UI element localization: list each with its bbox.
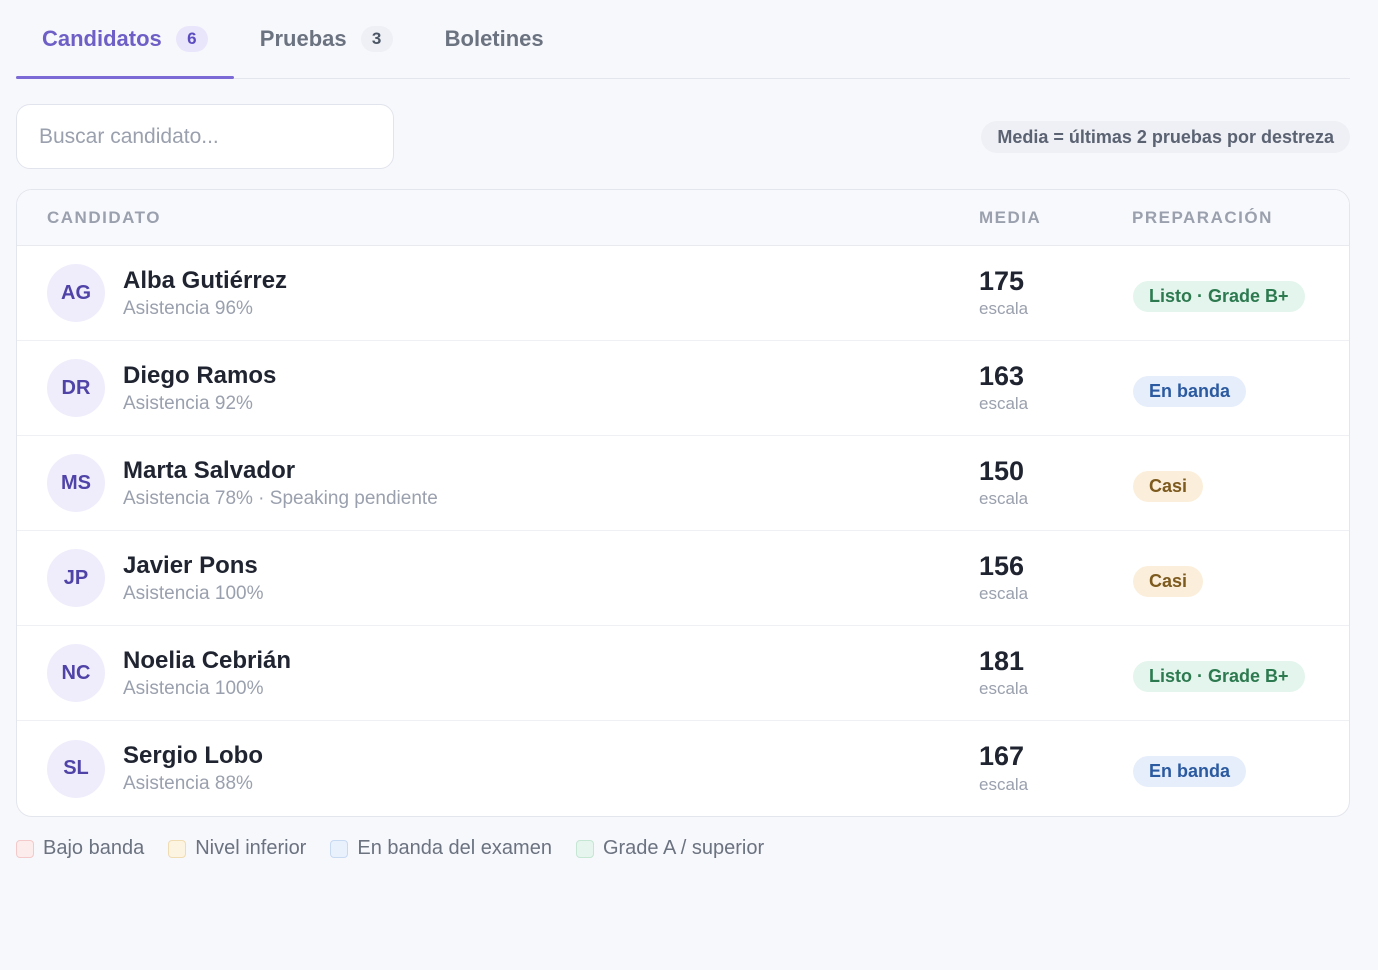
score-unit: escala [979, 489, 1029, 509]
legend-label: Nivel inferior [195, 837, 307, 859]
legend-swatch [575, 839, 594, 858]
candidate-name: Javier Pons [123, 551, 258, 579]
legend-item: En banda del examen [330, 837, 552, 860]
avatar: MS [47, 454, 105, 512]
candidate-name: Diego Ramos [123, 361, 277, 389]
score-unit: escala [979, 774, 1029, 794]
score-unit: escala [979, 299, 1029, 319]
average-score: 175 [979, 265, 1025, 296]
tab-pruebas[interactable]: Pruebas 3 [234, 0, 419, 78]
avatar: AG [47, 264, 105, 322]
search-input[interactable] [16, 104, 394, 169]
average-score: 156 [979, 550, 1025, 581]
table-header: CANDIDATO MEDIA PREPARACIÓN [17, 190, 1349, 246]
average-score: 163 [979, 360, 1025, 391]
header-candidate: CANDIDATO [47, 207, 161, 227]
legend-swatch [168, 839, 187, 858]
tab-count-badge: 3 [360, 25, 393, 52]
tab-label: Pruebas [259, 25, 347, 51]
candidate-name: Sergio Lobo [123, 742, 263, 769]
legend-label: En banda del examen [357, 837, 552, 859]
tab-label: Boletines [444, 25, 544, 51]
table-row[interactable]: NC Noelia Cebrián Asistencia 100% 181 es… [17, 626, 1349, 721]
legend-label: Grade A / superior [602, 837, 765, 859]
status-badge: En banda [1133, 756, 1247, 787]
status-badge: Listo · Grade B+ [1133, 280, 1305, 312]
candidate-attendance: Asistencia 96% [123, 297, 253, 319]
legend-item: Grade A / superior [575, 837, 765, 860]
average-score: 181 [979, 645, 1025, 676]
tab-label: Candidatos [42, 25, 162, 51]
legend: Bajo banda Nivel inferior En banda del e… [16, 837, 1350, 860]
legend-swatch [16, 839, 34, 858]
table-row[interactable]: MS Marta Salvador Asistencia 78% · Speak… [17, 436, 1349, 531]
status-badge: Casi [1133, 565, 1204, 597]
average-score: 167 [979, 741, 1025, 772]
legend-item: Bajo banda [16, 837, 144, 860]
avatar: NC [47, 644, 105, 702]
table-row[interactable]: AG Alba Gutiérrez Asistencia 96% 175 esc… [17, 246, 1349, 341]
candidate-attendance: Asistencia 92% [123, 392, 253, 414]
candidates-table: CANDIDATO MEDIA PREPARACIÓN AG Alba Guti… [16, 189, 1350, 817]
header-media: MEDIA [979, 207, 1042, 227]
status-badge: En banda [1133, 375, 1247, 407]
candidate-name: Alba Gutiérrez [123, 266, 288, 294]
candidate-name: Marta Salvador [123, 456, 296, 484]
table-row[interactable]: JP Javier Pons Asistencia 100% 156 escal… [17, 531, 1349, 626]
candidates-panel: Candidatos 6 Pruebas 3 Boletines Media =… [16, 0, 1350, 860]
toolbar: Media = últimas 2 pruebas por destreza [16, 104, 1350, 169]
status-badge: Casi [1133, 470, 1204, 502]
candidate-attendance: Asistencia 88% [123, 773, 253, 794]
avatar: DR [47, 359, 105, 417]
candidate-attendance: Asistencia 78% · Speaking pendiente [123, 487, 438, 509]
status-badge: Listo · Grade B+ [1133, 660, 1305, 692]
table-row[interactable]: DR Diego Ramos Asistencia 92% 163 escala… [17, 341, 1349, 436]
candidate-name: Noelia Cebrián [123, 646, 292, 674]
legend-item: Nivel inferior [168, 837, 306, 860]
legend-label: Bajo banda [43, 837, 145, 859]
avatar: JP [47, 549, 105, 607]
header-preparation: PREPARACIÓN [1132, 207, 1273, 227]
legend-swatch [330, 839, 349, 858]
candidate-attendance: Asistencia 100% [123, 677, 264, 699]
score-unit: escala [979, 679, 1029, 699]
score-unit: escala [979, 584, 1029, 604]
candidate-attendance: Asistencia 100% [123, 582, 264, 604]
score-unit: escala [979, 394, 1029, 414]
tab-bar: Candidatos 6 Pruebas 3 Boletines [16, 0, 1350, 79]
average-score: 150 [979, 455, 1025, 486]
table-row[interactable]: SL Sergio Lobo Asistencia 88% 167 escala… [17, 721, 1349, 816]
tab-count-badge: 6 [175, 25, 208, 52]
average-note: Media = últimas 2 pruebas por destreza [981, 120, 1350, 153]
tab-boletines[interactable]: Boletines [419, 0, 570, 78]
avatar: SL [47, 739, 105, 798]
tab-candidatos[interactable]: Candidatos 6 [16, 0, 234, 79]
